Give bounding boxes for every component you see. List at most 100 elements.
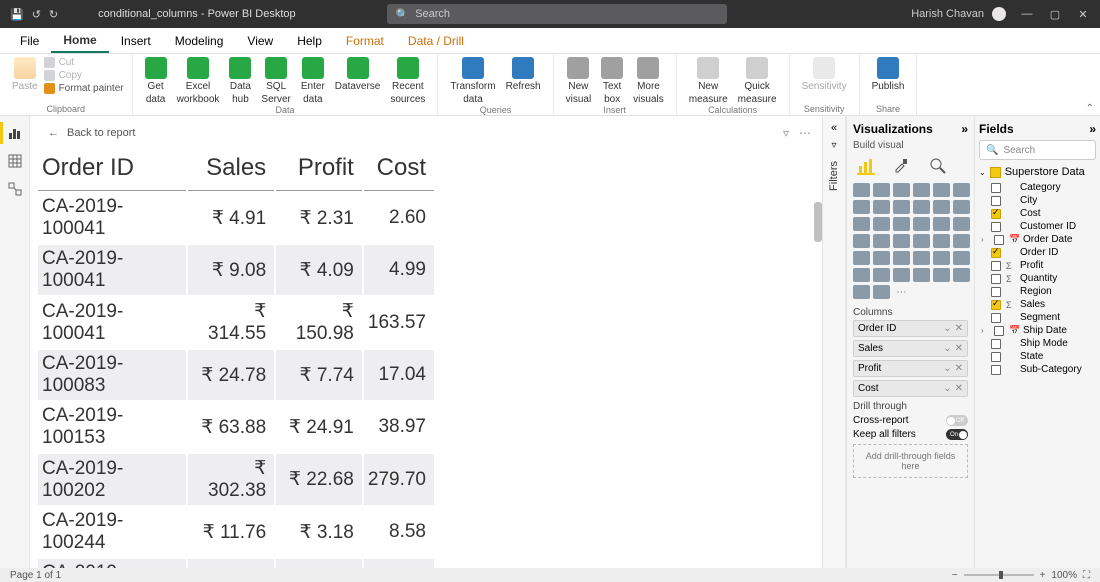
viz-type-icon[interactable] xyxy=(873,217,890,231)
viz-type-icon[interactable] xyxy=(873,268,890,282)
viz-type-icon[interactable] xyxy=(893,217,910,231)
viz-type-icon[interactable] xyxy=(853,251,870,265)
table-row[interactable]: CA-2019-100083₹ 24.78₹ 7.7417.04 xyxy=(38,350,434,400)
viz-type-icon[interactable] xyxy=(873,234,890,248)
field-checkbox[interactable] xyxy=(991,209,1001,219)
remove-field-icon[interactable]: ✕ xyxy=(955,343,963,354)
table-row[interactable]: CA-2019-100041₹ 9.08₹ 4.094.99 xyxy=(38,245,434,295)
field-item-city[interactable]: City xyxy=(991,195,1096,206)
column-header[interactable]: Sales xyxy=(188,150,274,191)
chevron-down-icon[interactable]: ⌄ xyxy=(943,323,951,334)
filter-icon[interactable]: ▿ xyxy=(783,126,789,140)
new-measure-button[interactable]: Newmeasure xyxy=(685,57,732,105)
tab-insert[interactable]: Insert xyxy=(109,28,163,53)
viz-type-icon[interactable] xyxy=(953,268,970,282)
viz-type-icon[interactable] xyxy=(893,268,910,282)
scrollbar-vertical[interactable] xyxy=(814,142,822,568)
fields-search-input[interactable]: 🔍Search xyxy=(979,140,1096,160)
field-checkbox[interactable] xyxy=(991,313,1001,323)
table-row[interactable]: CA-2019-100244₹ 48.64₹ 15.8132.83 xyxy=(38,559,434,568)
field-item-quantity[interactable]: ΣQuantity xyxy=(991,273,1096,284)
field-checkbox[interactable] xyxy=(991,300,1001,310)
field-item-segment[interactable]: Segment xyxy=(991,312,1096,323)
field-checkbox[interactable] xyxy=(991,274,1001,284)
collapse-fields-icon[interactable]: » xyxy=(1089,122,1096,136)
field-checkbox[interactable] xyxy=(991,365,1001,375)
viz-type-icon[interactable] xyxy=(933,183,950,197)
report-view-icon[interactable] xyxy=(8,126,22,140)
tab-modeling[interactable]: Modeling xyxy=(163,28,236,53)
viz-type-icon[interactable] xyxy=(933,234,950,248)
field-well-item[interactable]: Sales⌄✕ xyxy=(853,340,968,357)
undo-icon[interactable]: ↺ xyxy=(32,8,41,21)
format-painter-button[interactable]: Format painter xyxy=(44,83,124,94)
field-checkbox[interactable] xyxy=(991,352,1001,362)
field-item-customer-id[interactable]: Customer ID xyxy=(991,221,1096,232)
cut-button[interactable]: Cut xyxy=(44,57,124,68)
copy-button[interactable]: Copy xyxy=(44,70,124,81)
data-hub-button[interactable]: Datahub xyxy=(225,57,255,105)
viz-type-icon[interactable] xyxy=(913,217,930,231)
collapse-ribbon-icon[interactable]: ⌃ xyxy=(1086,103,1094,114)
viz-type-icon[interactable] xyxy=(893,183,910,197)
field-checkbox[interactable] xyxy=(991,287,1001,297)
remove-field-icon[interactable]: ✕ xyxy=(955,323,963,334)
viz-type-icon[interactable] xyxy=(853,217,870,231)
data-view-icon[interactable] xyxy=(8,154,22,168)
viz-type-icon[interactable] xyxy=(893,251,910,265)
field-item-state[interactable]: State xyxy=(991,351,1096,362)
table-row[interactable]: CA-2019-100153₹ 63.88₹ 24.9138.97 xyxy=(38,402,434,452)
viz-type-icon[interactable] xyxy=(913,268,930,282)
tab-data-drill[interactable]: Data / Drill xyxy=(396,28,476,53)
viz-type-icon[interactable] xyxy=(853,234,870,248)
enter-data-button[interactable]: Enterdata xyxy=(297,57,329,105)
viz-type-icon[interactable] xyxy=(873,200,890,214)
remove-field-icon[interactable]: ✕ xyxy=(955,363,963,374)
viz-type-icon[interactable] xyxy=(853,183,870,197)
table-row[interactable]: CA-2019-100041₹ 4.91₹ 2.312.60 xyxy=(38,193,434,243)
viz-type-icon[interactable] xyxy=(933,268,950,282)
back-to-report-button[interactable]: ← Back to report xyxy=(48,127,135,139)
more-icon[interactable]: ⋯ xyxy=(799,126,812,140)
recent-sources-button[interactable]: Recentsources xyxy=(386,57,429,105)
column-header[interactable]: Order ID xyxy=(38,150,186,191)
table-row[interactable]: CA-2019-100041₹ 314.55₹ 150.98163.57 xyxy=(38,297,434,348)
sql-server-button[interactable]: SQLServer xyxy=(257,57,294,105)
transform-data-button[interactable]: Transformdata xyxy=(446,57,499,105)
analytics-tab-icon[interactable] xyxy=(929,157,947,175)
chevron-right-icon[interactable]: › xyxy=(981,235,989,244)
model-view-icon[interactable] xyxy=(8,182,22,196)
tab-view[interactable]: View xyxy=(235,28,285,53)
tab-file[interactable]: File xyxy=(8,28,51,53)
excel-workbook-button[interactable]: Excelworkbook xyxy=(173,57,224,105)
tab-home[interactable]: Home xyxy=(51,28,108,53)
viz-type-icon[interactable] xyxy=(953,234,970,248)
viz-type-icon[interactable] xyxy=(873,251,890,265)
field-item-ship-date[interactable]: ›📅Ship Date xyxy=(991,325,1096,336)
viz-type-icon[interactable] xyxy=(913,183,930,197)
field-checkbox[interactable] xyxy=(991,196,1001,206)
viz-type-icon[interactable] xyxy=(953,183,970,197)
tab-help[interactable]: Help xyxy=(285,28,334,53)
viz-type-icon[interactable] xyxy=(913,234,930,248)
viz-type-icon[interactable] xyxy=(933,217,950,231)
column-header[interactable]: Profit xyxy=(276,150,362,191)
data-table[interactable]: Order IDSalesProfitCost CA-2019-100041₹ … xyxy=(36,148,436,568)
field-well-item[interactable]: Cost⌄✕ xyxy=(853,380,968,397)
chevron-down-icon[interactable]: ⌄ xyxy=(943,363,951,374)
collapse-visualizations-icon[interactable]: » xyxy=(961,122,968,136)
scroll-thumb[interactable] xyxy=(814,202,822,242)
viz-type-icon[interactable] xyxy=(953,200,970,214)
cross-report-toggle[interactable]: Off xyxy=(946,415,968,426)
fields-table-header[interactable]: ⌄ Superstore Data xyxy=(979,166,1096,178)
text-box-button[interactable]: Textbox xyxy=(597,57,627,105)
sensitivity-button[interactable]: Sensitivity xyxy=(798,57,851,92)
redo-icon[interactable]: ↻ xyxy=(49,8,58,21)
global-search[interactable]: 🔍 Search xyxy=(387,4,727,24)
field-well-item[interactable]: Profit⌄✕ xyxy=(853,360,968,377)
field-item-category[interactable]: Category xyxy=(991,182,1096,193)
chevron-right-icon[interactable]: › xyxy=(981,326,989,335)
filters-label[interactable]: Filters xyxy=(828,161,840,191)
field-item-sub-category[interactable]: Sub-Category xyxy=(991,364,1096,375)
field-item-sales[interactable]: ΣSales xyxy=(991,299,1096,310)
